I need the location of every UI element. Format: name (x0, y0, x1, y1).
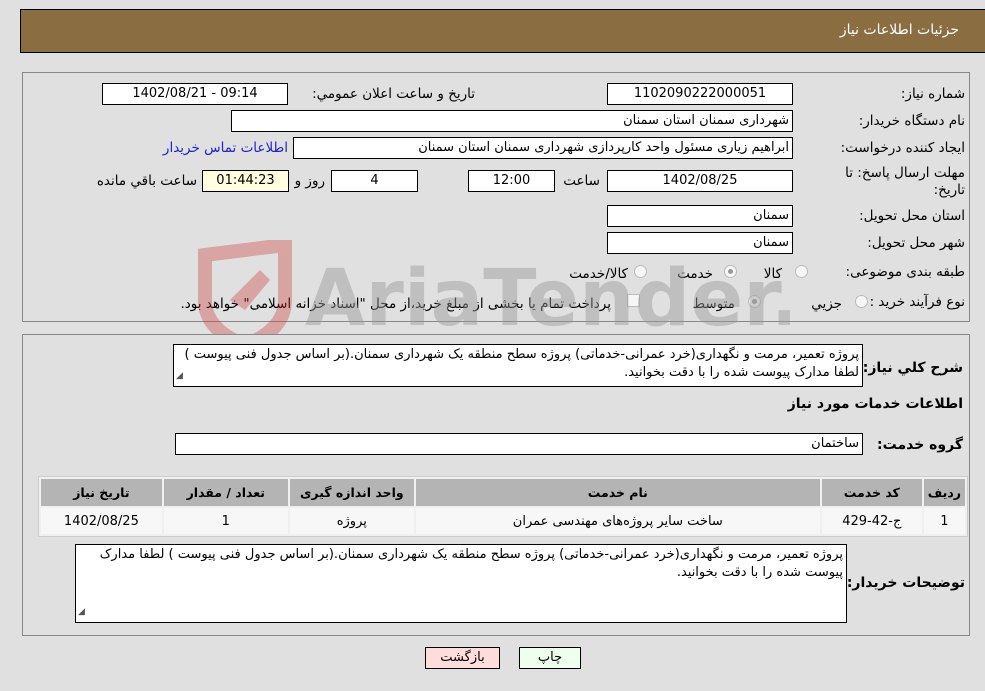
process-radio-minor[interactable] (855, 295, 868, 308)
buyer-org-field[interactable]: شهرداری سمنان استان سمنان (231, 110, 793, 132)
buyer-notes-textarea[interactable]: پروژه تعمیر، مرمت و نگهداری(خرد عمرانی-خ… (75, 544, 847, 623)
table-row: 1 ج-42-429 ساخت سایر پروژه‌های مهندسی عم… (41, 508, 965, 534)
summary-label: شرح کلي نیاز: (862, 360, 963, 376)
cell-quantity: 1 (163, 508, 288, 534)
requester-label: ایجاد کننده درخواست: (840, 140, 965, 156)
days-label: روز و (294, 173, 325, 189)
remaining-time-field: 01:44:23 (202, 170, 289, 192)
col-need-date: تاریخ نیاز (41, 479, 162, 506)
col-service-code: کد خدمت (821, 479, 922, 506)
deadline-time-field[interactable]: 12:00 (468, 170, 555, 192)
treasury-note: پرداخت تمام یا بخشی از مبلغ خرید،از محل … (180, 296, 611, 312)
services-table: ردیف کد خدمت نام خدمت واحد اندازه گیری ت… (38, 476, 968, 537)
category-radio-goods[interactable] (795, 265, 808, 278)
col-service-name: نام خدمت (415, 479, 820, 506)
need-number-label: شماره نیاز: (900, 86, 965, 102)
summary-textarea[interactable]: پروژه تعمیر، مرمت و نگهداری(خرد عمرانی-خ… (173, 344, 863, 387)
remaining-days-field[interactable]: 4 (331, 170, 418, 192)
col-row-number: ردیف (923, 479, 965, 506)
delivery-province-field[interactable]: سمنان (607, 205, 793, 227)
process-radio-medium[interactable] (748, 295, 761, 308)
process-option-medium: متوسط (692, 296, 735, 312)
deadline-time-label: ساعت (563, 173, 600, 189)
announce-datetime-field[interactable]: 1402/08/21 - 09:14 (102, 83, 288, 105)
service-group-label: گروه خدمت: (877, 437, 963, 453)
page-title: جزئیات اطلاعات نیاز (839, 22, 959, 38)
category-option-service: خدمت (677, 266, 713, 282)
col-quantity: تعداد / مقدار (163, 479, 288, 506)
purchase-process-label: نوع فرآیند خرید : (869, 294, 965, 310)
category-radio-goods-service[interactable] (634, 265, 647, 278)
table-header-row: ردیف کد خدمت نام خدمت واحد اندازه گیری ت… (41, 479, 965, 506)
announce-datetime-label: تاریخ و ساعت اعلان عمومي: (312, 86, 475, 102)
deadline-label-line1: مهلت ارسال پاسخ: تا (845, 165, 965, 181)
cell-need-date: 1402/08/25 (41, 508, 162, 534)
buyer-notes-text: پروژه تعمیر، مرمت و نگهداری(خرد عمرانی-خ… (99, 547, 843, 580)
page-header: جزئیات اطلاعات نیاز (20, 9, 985, 53)
services-heading: اطلاعات خدمات مورد نیاز (787, 396, 963, 412)
category-label: طبقه بندی موضوعی: (845, 264, 965, 280)
cell-row-number: 1 (923, 508, 965, 534)
service-group-field[interactable]: ساختمان (175, 433, 863, 455)
deadline-label-line2: تاریخ: (933, 182, 965, 198)
requester-field[interactable]: ابراهیم زیاری مسئول واحد کارپردازی شهردا… (293, 137, 793, 159)
delivery-city-field[interactable]: سمنان (607, 232, 793, 254)
process-option-minor: جزيي (811, 296, 842, 312)
cell-unit: پروژه (289, 508, 414, 534)
category-option-goods: کالا (763, 266, 782, 282)
cell-service-code: ج-42-429 (821, 508, 922, 534)
delivery-province-label: استان محل تحویل: (859, 208, 965, 224)
resize-grip-icon[interactable]: ◢ (78, 603, 85, 621)
treasury-checkbox[interactable] (627, 294, 640, 307)
buyer-org-label: نام دستگاه خریدار: (858, 113, 965, 129)
buyer-notes-label: توضیحات خریدار: (846, 575, 965, 591)
deadline-date-field[interactable]: 1402/08/25 (607, 170, 793, 192)
print-button[interactable]: چاپ (519, 647, 581, 669)
category-option-goods-service: کالا/خدمت (569, 266, 628, 282)
need-number-field[interactable]: 1102090222000051 (607, 83, 793, 105)
remaining-time-label: ساعت باقي مانده (96, 173, 197, 189)
delivery-city-label: شهر محل تحویل: (867, 235, 965, 251)
category-radio-service[interactable] (724, 265, 737, 278)
summary-text: پروژه تعمیر، مرمت و نگهداری(خرد عمرانی-خ… (184, 347, 859, 380)
cell-service-name: ساخت سایر پروژه‌های مهندسی عمران (415, 508, 820, 534)
buyer-contact-link[interactable]: اطلاعات تماس خریدار (163, 140, 288, 156)
resize-grip-icon[interactable]: ◢ (176, 367, 183, 385)
back-button[interactable]: بازگشت (425, 647, 500, 669)
col-unit: واحد اندازه گیری (289, 479, 414, 506)
